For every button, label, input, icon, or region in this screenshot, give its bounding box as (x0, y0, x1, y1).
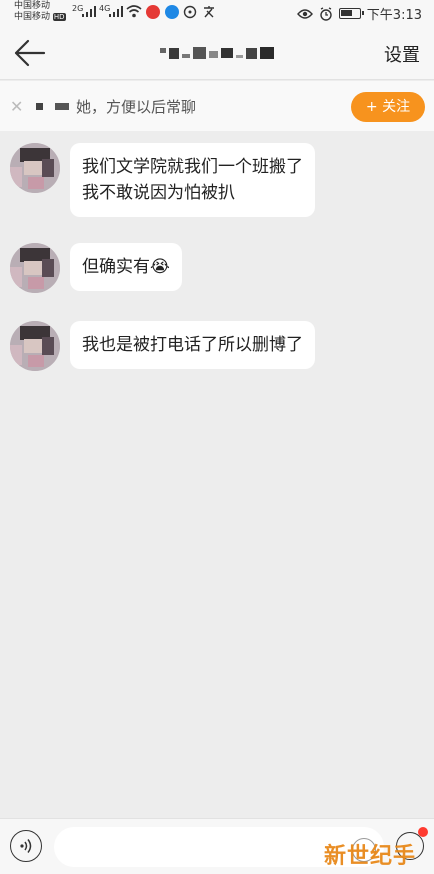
notification-dot (418, 827, 428, 837)
battery-icon (338, 8, 364, 19)
close-icon[interactable]: ✕ (10, 97, 23, 116)
arrow-left-icon[interactable] (12, 38, 46, 68)
avatar[interactable] (10, 143, 60, 193)
carrier-2: 中国移动 (14, 12, 51, 22)
banner-text: 她，方便以后常聊 (76, 98, 197, 116)
voice-icon (20, 839, 32, 853)
follow-button[interactable]: + 关注 (351, 92, 425, 122)
message-bubble: 我也是被打电话了所以删博了 (70, 321, 315, 369)
wifi-icon (126, 5, 142, 18)
follow-banner: ✕ 她，方便以后常聊 + 关注 (0, 81, 434, 131)
contact-name-pixelated (160, 45, 280, 61)
banner-name-pixelated (36, 103, 69, 110)
carrier-labels: 中国移动 中国移动 HD (14, 1, 66, 23)
avatar[interactable] (10, 243, 60, 293)
hd-badge: HD (52, 13, 66, 21)
chat-header: 设置 (0, 26, 434, 80)
status-bar: 中国移动 中国移动 HD 2G 4G 下午3:13 (0, 0, 434, 26)
message-text: 我也是被打电话了所以删博了 (82, 335, 303, 355)
voice-button[interactable] (10, 830, 42, 862)
app-notification-icon (165, 5, 179, 19)
chat-notification-icon (183, 5, 197, 19)
message-text: 我们文学院就我们一个班搬了 (82, 157, 303, 177)
alarm-icon (320, 6, 332, 21)
eye-icon (296, 8, 313, 19)
signal-icon-2 (109, 6, 123, 17)
message-text: 我不敢说因为怕被扒 (82, 183, 235, 203)
avatar[interactable] (10, 321, 60, 371)
message-bubble: 我们文学院就我们一个班搬了 我不敢说因为怕被扒 (70, 143, 315, 217)
message-text: 但确实有😭 (82, 257, 170, 277)
carrier-1: 中国移动 (14, 1, 51, 11)
watermark: 新世纪手游 (324, 844, 417, 869)
message-bubble: 但确实有😭 (70, 243, 182, 291)
clock: 下午3:13 (366, 8, 422, 23)
settings-button[interactable]: 设置 (384, 41, 420, 67)
signal-icon-1 (82, 6, 96, 17)
weibo-notification-icon (146, 5, 160, 19)
translate-notification-icon (204, 6, 214, 18)
status-right: 下午3:13 (296, 4, 422, 23)
